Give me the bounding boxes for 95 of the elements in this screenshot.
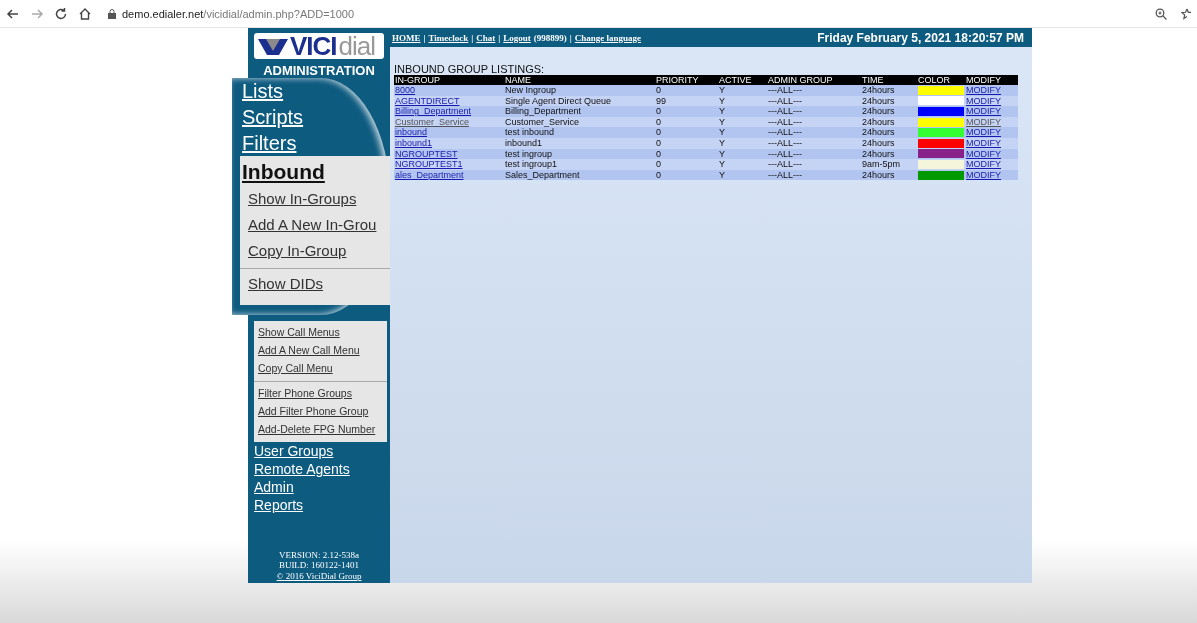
admin-group-cell: ---ALL--- [767,116,861,128]
priority-cell: 0 [655,85,718,96]
time-cell: 24hours [861,85,917,96]
submenu-link[interactable]: Add-Delete FPG Number [258,420,387,438]
sidebar-link[interactable]: Reports [254,496,390,514]
administration-heading: ADMINISTRATION [262,63,376,78]
time-cell: 24hours [861,137,917,149]
date-time-text: Friday February 5, 2021 18:20:57 PM [817,30,1024,45]
submenu-link[interactable]: Add A New In-Grou [248,212,390,238]
active-cell: Y [718,148,767,160]
nav-separator: | [423,32,426,43]
submenu-link[interactable]: Filter Phone Groups [258,384,387,402]
admin-group-cell: ---ALL--- [767,169,861,181]
user-id-text: (998899) [533,32,567,43]
reload-icon[interactable] [54,6,68,21]
name-cell: Billing_Department [504,106,655,117]
column-header: PRIORITY [655,75,718,85]
copyright-link[interactable]: © 2016 ViciDial Group [276,570,362,581]
priority-cell: 0 [655,106,718,117]
url-field[interactable]: demo.edialer.net/vicidial/admin.php?ADD=1000 [122,7,355,20]
name-cell: test ingroup1 [504,159,655,170]
column-header: TIME [861,75,917,85]
priority-cell: 0 [655,137,718,149]
time-cell: 24hours [861,148,917,160]
lock-icon [108,8,116,19]
name-cell: Customer_Service [504,116,655,128]
nav-separator: | [569,32,572,43]
active-cell: Y [718,95,767,107]
time-cell: 24hours [861,106,917,117]
active-cell: Y [718,106,767,117]
nav-separator: | [471,32,474,43]
time-cell: 24hours [861,116,917,128]
active-cell: Y [718,169,767,181]
priority-cell: 0 [655,169,718,181]
listing-title: INBOUND GROUP LISTINGS: [394,63,546,75]
time-cell: 9am-5pm [861,159,917,170]
time-cell: 24hours [861,127,917,138]
name-cell: Sales_Department [504,169,655,181]
priority-cell: 99 [655,95,718,107]
column-header: ACTIVE [718,75,767,85]
column-header: COLOR [917,75,965,85]
name-cell: Single Agent Direct Queue [504,95,655,107]
admin-group-cell: ---ALL--- [767,85,861,96]
submenu-link[interactable]: Copy Call Menu [258,359,387,377]
priority-cell: 0 [655,116,718,128]
inbound-heading-link[interactable]: Inbound [240,160,390,184]
admin-group-cell: ---ALL--- [767,159,861,170]
active-cell: Y [718,159,767,170]
time-cell: 24hours [861,169,917,181]
nav-separator: | [498,32,501,43]
admin-group-cell: ---ALL--- [767,106,861,117]
nav-link[interactable]: Timeclock [428,32,469,43]
submenu-link[interactable]: Add Filter Phone Group [258,402,387,420]
active-cell: Y [718,137,767,149]
column-header: ADMIN GROUP [767,75,861,85]
active-cell: Y [718,127,767,138]
back-icon[interactable] [6,6,20,21]
nav-link[interactable]: HOME [392,32,421,43]
in-group-link[interactable]: 8000 [395,85,416,95]
nav-link[interactable]: Logout [503,32,531,43]
zoom-icon[interactable] [1155,7,1167,20]
nav-link[interactable]: Chat [476,32,496,43]
submenu-link[interactable]: Show Call Menus [258,323,387,341]
name-cell: test inbound [504,127,655,138]
submenu-link[interactable]: Add A New Call Menu [258,341,387,359]
priority-cell: 0 [655,127,718,138]
sidebar-link[interactable]: User Groups [254,442,390,460]
time-cell: 24hours [861,95,917,107]
name-cell: New Ingroup [504,85,655,96]
sidebar-link[interactable]: Filters [240,130,390,156]
submenu-link[interactable]: Copy In-Group [248,238,390,264]
submenu-link[interactable]: Show DIDs [248,271,390,297]
sidebar-link[interactable]: Admin [254,478,390,496]
sidebar-link[interactable]: Lists [240,78,390,104]
admin-group-cell: ---ALL--- [767,127,861,138]
priority-cell: 0 [655,159,718,170]
sidebar-link[interactable]: Scripts [240,104,390,130]
active-cell: Y [718,116,767,128]
column-header: NAME [504,75,655,85]
priority-cell: 0 [655,148,718,160]
nav-link[interactable]: Change language [574,32,642,43]
name-cell: inbound1 [504,137,655,149]
version-text: VERSION: 2.12-538a [278,549,360,560]
admin-group-cell: ---ALL--- [767,137,861,149]
sidebar-link[interactable]: Remote Agents [254,460,390,478]
active-cell: Y [718,85,767,96]
home-icon[interactable] [78,6,92,21]
column-header: IN-GROUP [394,75,504,85]
build-text: BUILD: 160122-1401 [277,560,361,571]
vicidial-logo: VICIdial [254,33,384,59]
admin-group-cell: ---ALL--- [767,95,861,107]
column-header: MODIFY [965,75,1018,85]
submenu-link[interactable]: Show In-Groups [248,186,390,212]
admin-group-cell: ---ALL--- [767,148,861,160]
name-cell: test ingroup [504,148,655,160]
